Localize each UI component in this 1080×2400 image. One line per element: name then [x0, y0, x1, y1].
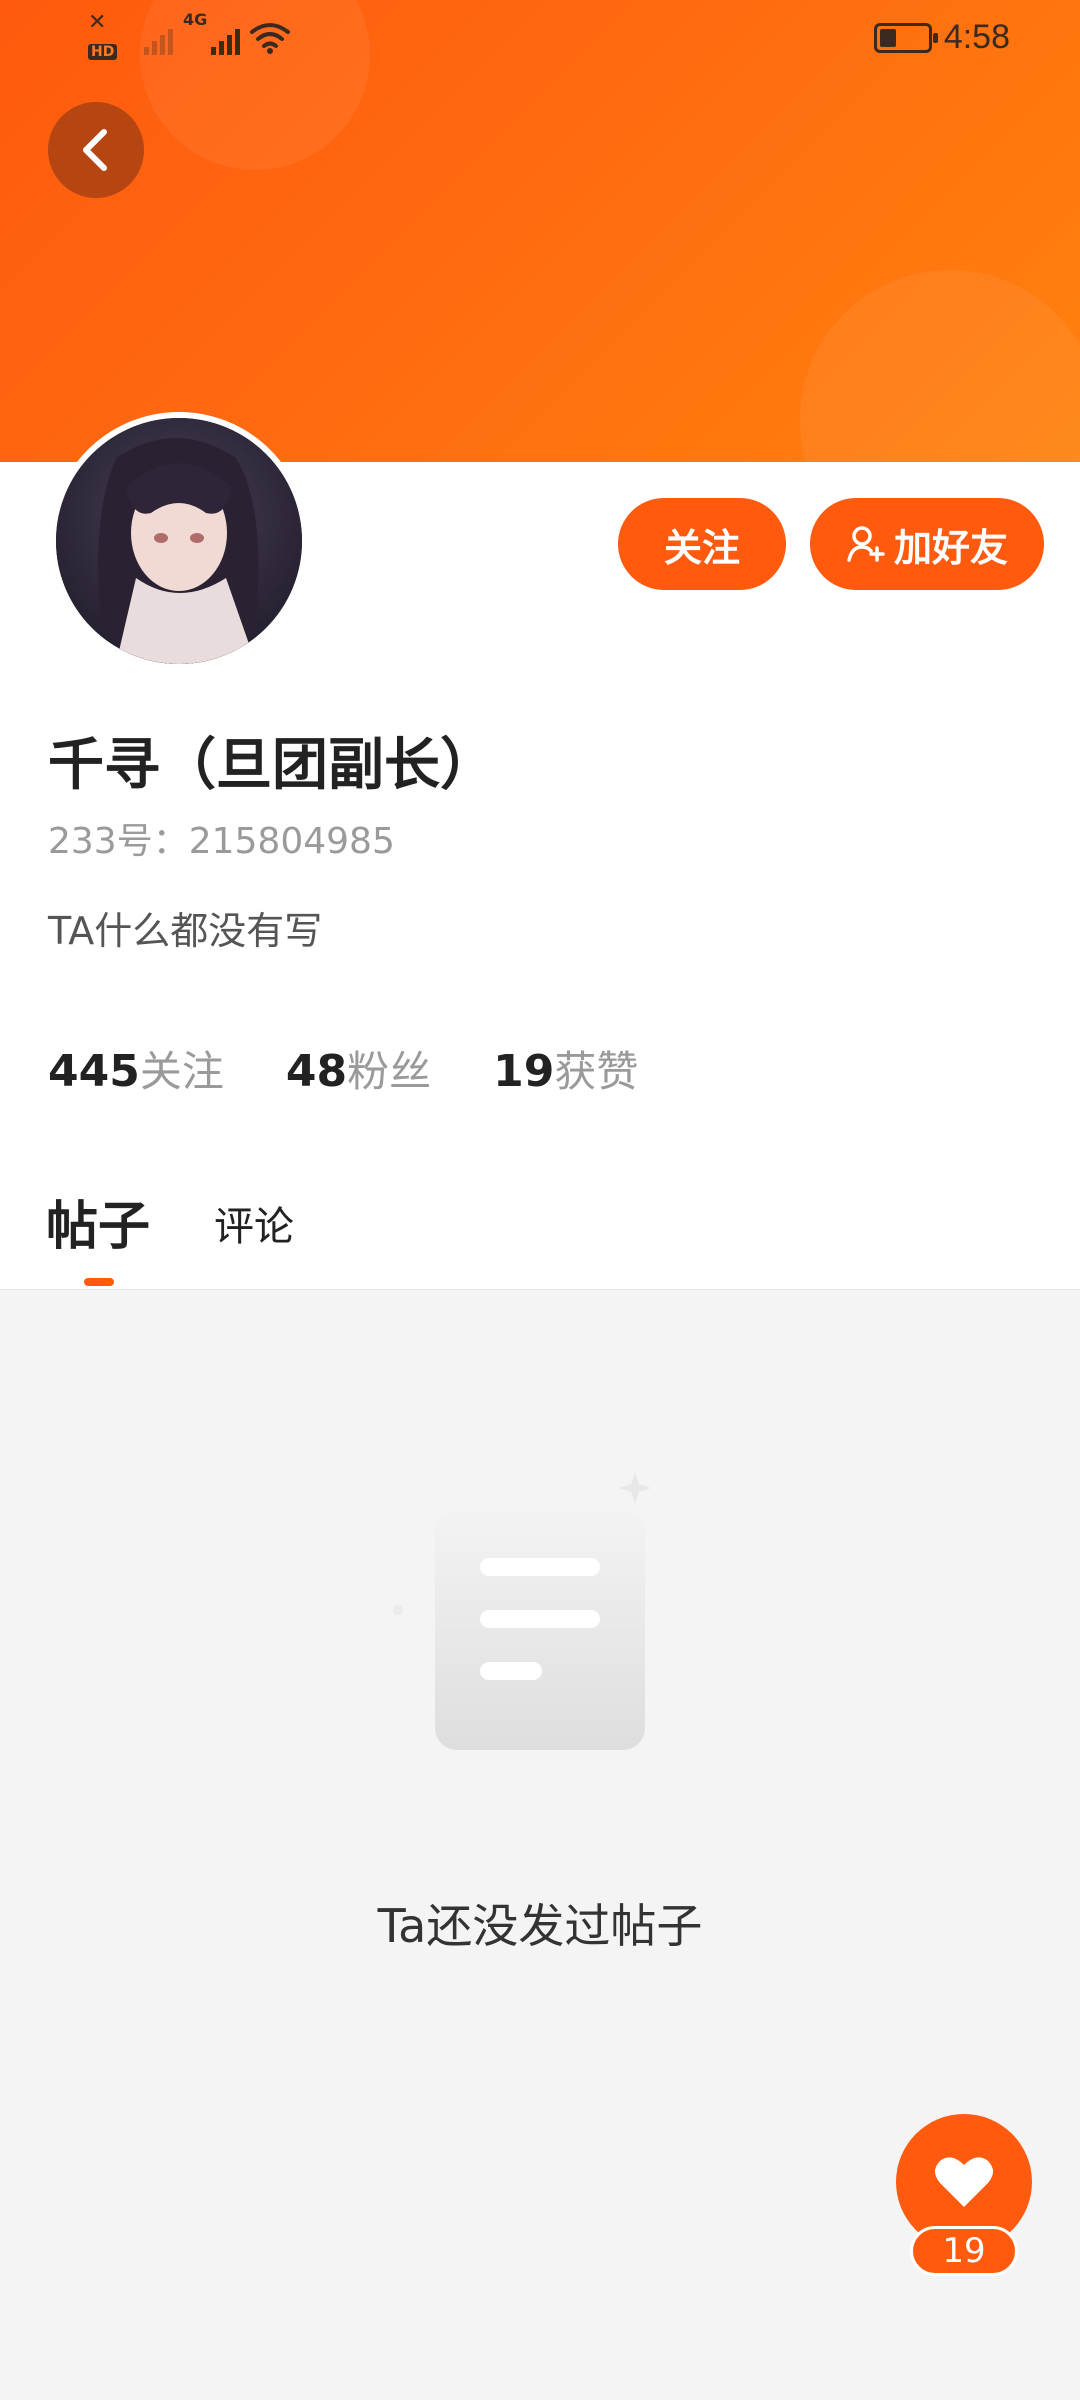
- tab-divider: [0, 1289, 1080, 1290]
- sim-off-icon: ✕ HD: [88, 10, 134, 66]
- stat-fans[interactable]: 48 粉丝: [286, 1038, 431, 1099]
- empty-state-text: Ta还没发过帖子: [377, 1899, 703, 1953]
- back-button[interactable]: [48, 102, 144, 198]
- add-friend-button[interactable]: 加好友: [810, 498, 1044, 590]
- document-icon: [380, 1450, 700, 1770]
- add-friend-label: 加好友: [893, 525, 1008, 570]
- stat-likes-label: 获赞: [554, 1047, 639, 1096]
- status-left: ✕ HD 4G: [88, 10, 291, 66]
- status-right: 4:58: [873, 18, 1010, 57]
- chevron-left-icon: [83, 129, 107, 171]
- stat-fans-label: 粉丝: [347, 1047, 432, 1096]
- like-count-badge: 19: [910, 2226, 1018, 2276]
- status-bar: ✕ HD 4G 4:58: [0, 0, 1080, 80]
- avatar[interactable]: [50, 412, 308, 670]
- add-user-icon: [847, 526, 885, 562]
- profile-bio: TA什么都没有写: [48, 909, 323, 953]
- stat-likes[interactable]: 19 获赞: [493, 1038, 638, 1099]
- signal-icon: [211, 21, 241, 55]
- tab-comments[interactable]: 评论: [214, 1194, 294, 1252]
- profile-name: 千寻（旦团副长）: [48, 733, 496, 798]
- active-tab-indicator: [84, 1278, 114, 1286]
- signal-icon: [144, 21, 173, 55]
- stat-following-label: 关注: [139, 1047, 224, 1096]
- follow-button-label: 关注: [663, 525, 740, 570]
- stat-likes-value: 19: [493, 1046, 555, 1097]
- battery-icon: [873, 22, 938, 53]
- stat-fans-value: 48: [285, 1046, 348, 1097]
- header-decoration: [800, 270, 1080, 462]
- heart-icon: [935, 2157, 993, 2207]
- stat-following-value: 445: [48, 1046, 140, 1097]
- battery-level: [879, 28, 896, 47]
- profile-uid: 233号：215804985: [48, 821, 395, 862]
- tab-posts[interactable]: 帖子: [46, 1184, 150, 1259]
- wifi-icon: [250, 23, 291, 54]
- stat-following[interactable]: 445 关注: [48, 1038, 224, 1099]
- profile-stats: 445 关注 48 粉丝 19 获赞: [48, 1038, 638, 1099]
- status-time: 4:58: [943, 18, 1010, 56]
- avatar-image: [56, 418, 302, 664]
- network-type-label: 4G: [183, 10, 208, 29]
- follow-button[interactable]: 关注: [618, 498, 786, 590]
